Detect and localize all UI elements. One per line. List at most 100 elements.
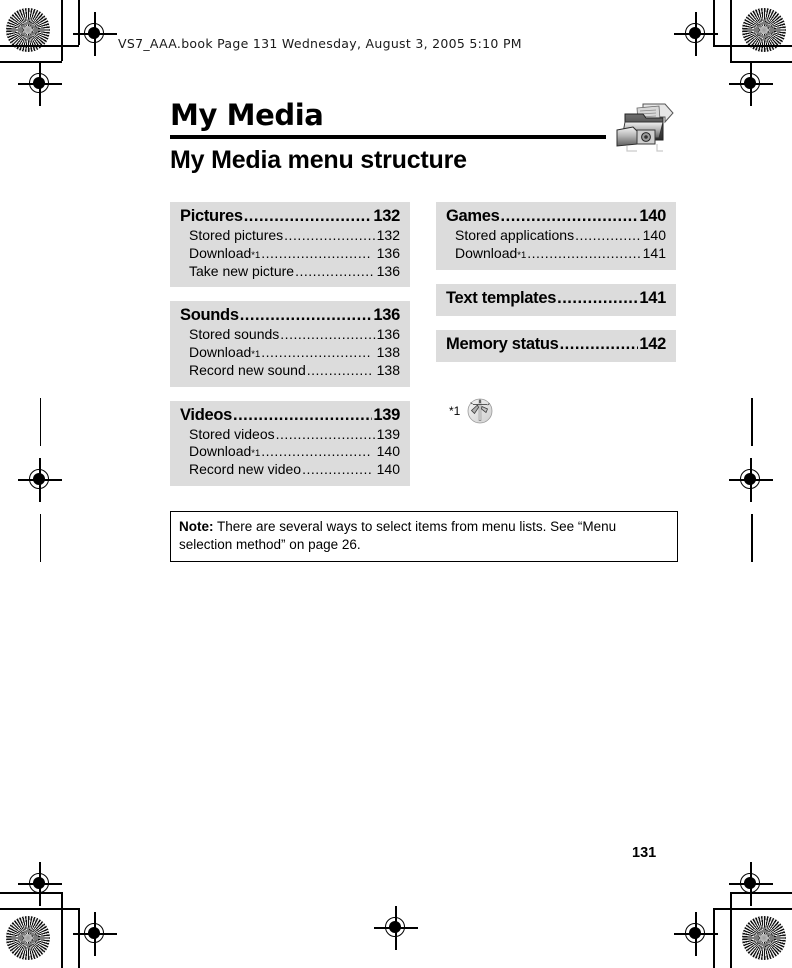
memory-status-box: Memory status................ 142 — [436, 329, 676, 362]
registration-mark-bottom-right-inner — [674, 912, 718, 956]
menu-entry-label: Sounds — [180, 306, 239, 325]
menu-entry-label: Download — [189, 443, 252, 460]
satellite-network-icon — [467, 398, 493, 424]
menu-entry-label: Download — [189, 244, 252, 261]
crop-line-br-h2 — [713, 908, 792, 910]
menu-box-item: Record new video................ 140 — [180, 461, 400, 479]
crop-line-br-v2 — [713, 908, 715, 968]
leader-dots: ................ — [302, 461, 373, 478]
menu-entry-page: 138 — [376, 344, 400, 361]
registration-mark-top-right — [729, 62, 773, 106]
crop-line-mid-left-v — [39, 398, 41, 446]
registration-mark-mid-left — [18, 458, 62, 502]
registration-mark-top-right-inner — [674, 12, 718, 56]
leader-dots: ...................... — [280, 326, 376, 343]
menu-entry-page: 141 — [639, 288, 666, 307]
crop-line-tl-h2 — [0, 45, 79, 47]
registration-mark-mid-right — [729, 458, 773, 502]
menu-structure-column-right: Games............................ 140 Stor… — [436, 202, 676, 376]
leader-dots: ......................... — [261, 443, 371, 460]
title-divider — [170, 135, 606, 139]
menu-entry-page: 140 — [642, 227, 666, 243]
crop-line-tl-h1 — [0, 61, 62, 63]
menu-entry-label: Text templates — [446, 288, 557, 307]
menu-box-item: Stored pictures..................... 132 — [180, 227, 400, 245]
registration-mark-bottom-center — [374, 906, 418, 950]
leader-dots: .................. — [295, 262, 375, 279]
videos-box: Videos............................ 139 Sto… — [170, 400, 410, 486]
menu-entry-label: Download — [455, 244, 518, 261]
menu-entry-page: 139 — [376, 425, 400, 442]
menu-box-heading: Games............................ 140 — [446, 207, 666, 227]
menu-box-heading: Text templates................ 141 — [446, 289, 666, 309]
page-title: My Media menu structure — [170, 146, 467, 174]
menu-entry-page: 136 — [376, 244, 400, 261]
menu-box-heading: Memory status................ 142 — [446, 335, 666, 355]
crop-line-mid-right-v — [751, 398, 753, 446]
leader-dots: ............... — [306, 361, 373, 378]
text-templates-box: Text templates................ 141 — [436, 283, 676, 316]
page-number: 131 — [632, 845, 657, 861]
menu-box-item: Download *1......................... 140 — [189, 443, 400, 460]
leader-dots: ......................... — [261, 344, 371, 361]
leader-dots: .......................... — [527, 244, 642, 261]
sounds-box: Sounds........................... 136 Stor… — [170, 301, 410, 387]
registration-mark-bottom-left-inner — [73, 912, 117, 956]
leader-dots: ............... — [575, 227, 641, 243]
menu-entry-label: Pictures — [180, 207, 243, 225]
menu-structure-column-left: Pictures.......................... 132 Sto… — [170, 202, 410, 500]
menu-box-item: Record new sound............... 138 — [180, 362, 400, 380]
leader-dots: ............................ — [500, 207, 639, 225]
crop-line-bl-v1 — [61, 892, 63, 968]
menu-entry-label: Take new picture — [189, 262, 295, 279]
star-target-bottom-right — [742, 916, 786, 960]
menu-box-heading: Sounds........................... 136 — [180, 306, 400, 326]
leader-dots: ............................ — [233, 405, 373, 424]
menu-entry-label: Stored pictures — [189, 227, 284, 243]
footnote-mark: *1 — [449, 404, 461, 418]
note-label: Note: — [179, 519, 214, 534]
crop-line-tl-v2 — [78, 0, 80, 45]
menu-box-heading: Pictures.......................... 132 — [180, 207, 400, 227]
menu-entry-label: Videos — [180, 405, 233, 424]
crop-line-tr-v2 — [713, 0, 715, 45]
star-target-bottom-left — [6, 916, 50, 960]
leader-dots: ................ — [557, 288, 639, 307]
menu-entry-label: Stored sounds — [189, 326, 280, 343]
menu-box-item: Download *1.......................... 141 — [455, 244, 666, 261]
media-folder-icon — [613, 100, 675, 154]
menu-entry-label: Record new video — [189, 461, 302, 478]
menu-entry-page: 136 — [373, 306, 400, 325]
crop-line-br-v1 — [730, 892, 732, 968]
registration-mark-bottom-right — [729, 862, 773, 906]
crop-line-tr-h1 — [730, 61, 792, 63]
menu-box-item: Download *1......................... 136 — [189, 244, 400, 261]
crop-line-bl-h2 — [0, 908, 79, 910]
crop-line-bl-v2 — [78, 908, 80, 968]
menu-entry-label: Download — [189, 344, 252, 361]
menu-entry-page: 138 — [376, 361, 400, 378]
menu-entry-page: 136 — [376, 326, 400, 343]
menu-entry-page: 140 — [376, 461, 400, 478]
menu-box-item: Take new picture.................. 136 — [180, 263, 400, 281]
crop-line-tr-h2 — [713, 45, 792, 47]
leader-dots: ......................... — [261, 244, 371, 261]
pictures-box: Pictures.......................... 132 Sto… — [170, 202, 410, 288]
leader-dots: ................ — [559, 334, 639, 353]
crop-line-bl-h1 — [0, 892, 62, 894]
crop-line-mid-right-v2 — [751, 514, 753, 562]
menu-entry-page: 132 — [376, 227, 400, 243]
registration-mark-bottom-left — [18, 862, 62, 906]
menu-entry-page: 140 — [639, 207, 666, 225]
crop-line-tr-v1 — [730, 0, 732, 61]
crop-line-tl-v1 — [61, 0, 63, 61]
menu-entry-label: Record new sound — [189, 361, 306, 378]
menu-entry-label: Stored applications — [455, 227, 575, 243]
footnote-legend: *1 — [449, 398, 493, 424]
crop-line-mid-left-v2 — [39, 514, 41, 562]
leader-dots: ....................... — [275, 425, 376, 442]
chapter-title: My Media — [170, 98, 324, 132]
note-box: Note: There are several ways to select i… — [170, 511, 678, 563]
print-header-line: VS7_AAA.book Page 131 Wednesday, August … — [118, 36, 522, 51]
menu-entry-label: Stored videos — [189, 425, 275, 442]
